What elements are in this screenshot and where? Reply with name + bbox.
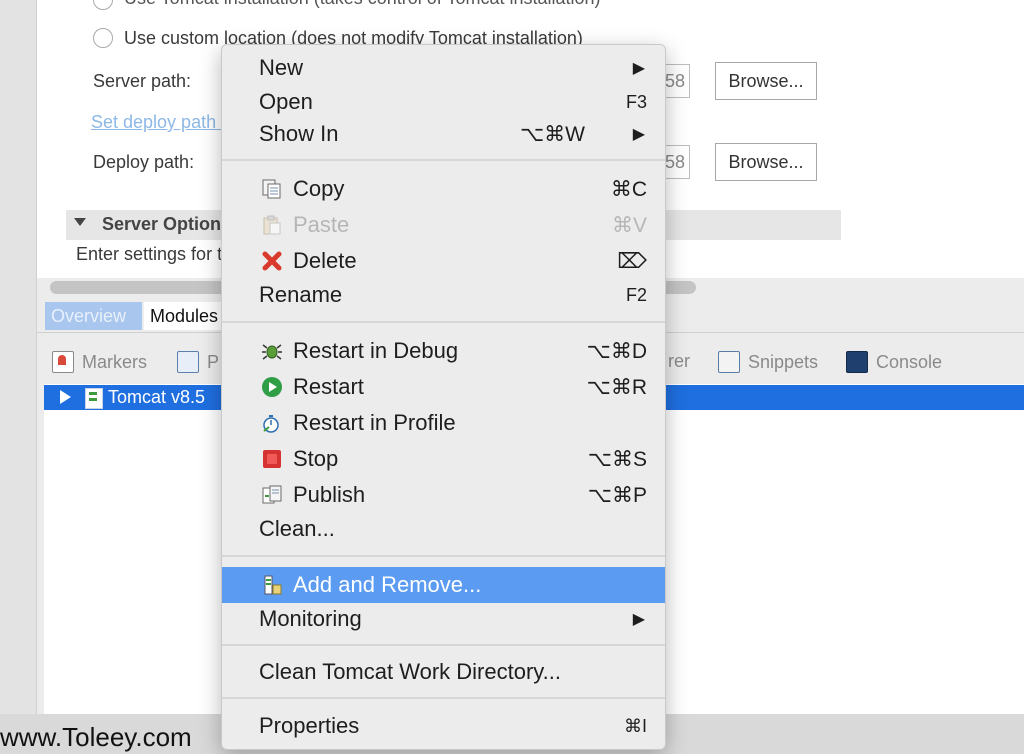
menu-item-restart-debug[interactable]: Restart in Debug ⌥⌘D [222, 334, 665, 368]
menu-item-add-and-remove[interactable]: Add and Remove... [222, 567, 665, 603]
tab-console[interactable]: Console [846, 351, 942, 373]
server-path-label: Server path: [93, 71, 192, 91]
expand-arrow-icon[interactable] [60, 390, 71, 404]
debug-bug-icon [260, 339, 284, 363]
snippets-icon [718, 351, 740, 373]
menu-item-copy[interactable]: Copy ⌘C [222, 172, 665, 206]
server-icon [85, 388, 103, 409]
radio-custom-location[interactable] [93, 28, 113, 48]
menu-restart-label: Restart [293, 374, 364, 399]
submenu-arrow-icon: ▶ [632, 60, 645, 77]
menu-separator [222, 697, 665, 699]
explorer-tab-label: rer [668, 351, 690, 371]
delete-x-icon [260, 249, 284, 273]
menu-item-restart[interactable]: Restart ⌥⌘R [222, 370, 665, 404]
deploy-path-browse-button[interactable]: Browse... [715, 143, 817, 181]
menu-item-show-in[interactable]: Show In ⌥⌘W ▶ [222, 117, 665, 151]
menu-show-in-shortcut: ⌥⌘W [519, 122, 585, 146]
menu-item-open[interactable]: Open F3 [222, 85, 665, 119]
chevron-down-icon[interactable] [74, 218, 86, 226]
menu-publish-label: Publish [293, 482, 366, 507]
menu-delete-label: Delete [293, 248, 357, 273]
menu-restart-debug-shortcut: ⌥⌘D [586, 339, 647, 363]
menu-rename-label: Rename [259, 282, 343, 307]
radio-tomcat-label: Use Tomcat installation (takes control o… [124, 0, 601, 9]
properties-table-icon [177, 351, 199, 373]
markers-icon [52, 351, 74, 373]
menu-paste-shortcut: ⌘V [611, 213, 647, 237]
console-label: Console [876, 351, 943, 372]
profile-stopwatch-icon [260, 411, 284, 435]
menu-item-new[interactable]: New ▶ [222, 51, 665, 85]
menu-monitoring-label: Monitoring [259, 606, 362, 631]
menu-show-in-label: Show In [259, 121, 339, 146]
tab-properties[interactable]: P [177, 351, 219, 373]
menu-clean-work-dir-label: Clean Tomcat Work Directory... [259, 659, 561, 684]
menu-stop-label: Stop [293, 446, 339, 471]
tab-markers[interactable]: Markers [52, 351, 147, 373]
publish-icon [260, 483, 284, 507]
menu-delete-shortcut: ⌦ [617, 249, 647, 273]
menu-copy-shortcut: ⌘C [610, 177, 647, 201]
deploy-path-label: Deploy path: [93, 152, 195, 172]
stop-square-icon [260, 447, 284, 471]
tab-overview[interactable]: Overview [45, 302, 142, 330]
menu-item-paste[interactable]: Paste ⌘V [222, 208, 665, 242]
restart-play-icon [260, 375, 284, 399]
menu-rename-shortcut: F2 [625, 284, 647, 305]
menu-restart-shortcut: ⌥⌘R [586, 375, 647, 399]
menu-item-properties[interactable]: Properties ⌘I [222, 709, 665, 743]
properties-tab-label: P [207, 351, 220, 372]
menu-item-stop[interactable]: Stop ⌥⌘S [222, 442, 665, 476]
tree-server-label: Tomcat v8.5 [108, 387, 206, 407]
menu-item-restart-profile[interactable]: Restart in Profile [222, 406, 665, 440]
menu-separator [222, 555, 665, 557]
context-menu: New ▶ Open F3 Show In ⌥⌘W ▶ Copy ⌘C Past… [221, 44, 666, 750]
menu-item-delete[interactable]: Delete ⌦ [222, 244, 665, 278]
menu-open-label: Open [259, 89, 313, 114]
tab-explorer[interactable]: rer [668, 351, 690, 372]
menu-clean-label: Clean... [259, 516, 335, 541]
left-gutter [0, 0, 37, 754]
menu-restart-debug-label: Restart in Debug [293, 338, 459, 363]
submenu-arrow-icon: ▶ [632, 611, 645, 628]
add-remove-icon [260, 573, 284, 597]
watermark-text: www.Toleey.com [0, 722, 192, 752]
menu-publish-shortcut: ⌥⌘P [587, 483, 647, 507]
deploy-path-value: 58 [665, 152, 686, 172]
menu-item-rename[interactable]: Rename F2 [222, 278, 665, 312]
menu-item-monitoring[interactable]: Monitoring ▶ [222, 602, 665, 636]
tab-snippets[interactable]: Snippets [718, 351, 818, 373]
menu-separator [222, 159, 665, 161]
menu-properties-label: Properties [259, 713, 360, 738]
paste-icon [260, 213, 284, 237]
server-options-title: Server Options [102, 214, 232, 234]
copy-icon [260, 177, 284, 201]
menu-item-clean[interactable]: Clean... [222, 512, 665, 546]
menu-properties-shortcut: ⌘I [623, 715, 647, 736]
menu-separator [222, 321, 665, 323]
markers-label: Markers [82, 351, 148, 372]
menu-add-remove-label: Add and Remove... [293, 572, 482, 597]
menu-restart-profile-label: Restart in Profile [293, 410, 456, 435]
menu-open-shortcut: F3 [625, 91, 647, 112]
menu-separator [222, 644, 665, 646]
menu-item-clean-work-directory[interactable]: Clean Tomcat Work Directory... [222, 655, 665, 689]
menu-new-label: New [259, 55, 304, 80]
menu-item-publish[interactable]: Publish ⌥⌘P [222, 478, 665, 512]
menu-copy-label: Copy [293, 176, 345, 201]
snippets-label: Snippets [748, 351, 819, 372]
server-path-browse-button[interactable]: Browse... [715, 62, 817, 100]
submenu-arrow-icon: ▶ [632, 126, 645, 143]
menu-stop-shortcut: ⌥⌘S [587, 447, 647, 471]
server-path-value: 58 [665, 71, 686, 91]
menu-paste-label: Paste [293, 212, 350, 237]
console-icon [846, 351, 868, 373]
